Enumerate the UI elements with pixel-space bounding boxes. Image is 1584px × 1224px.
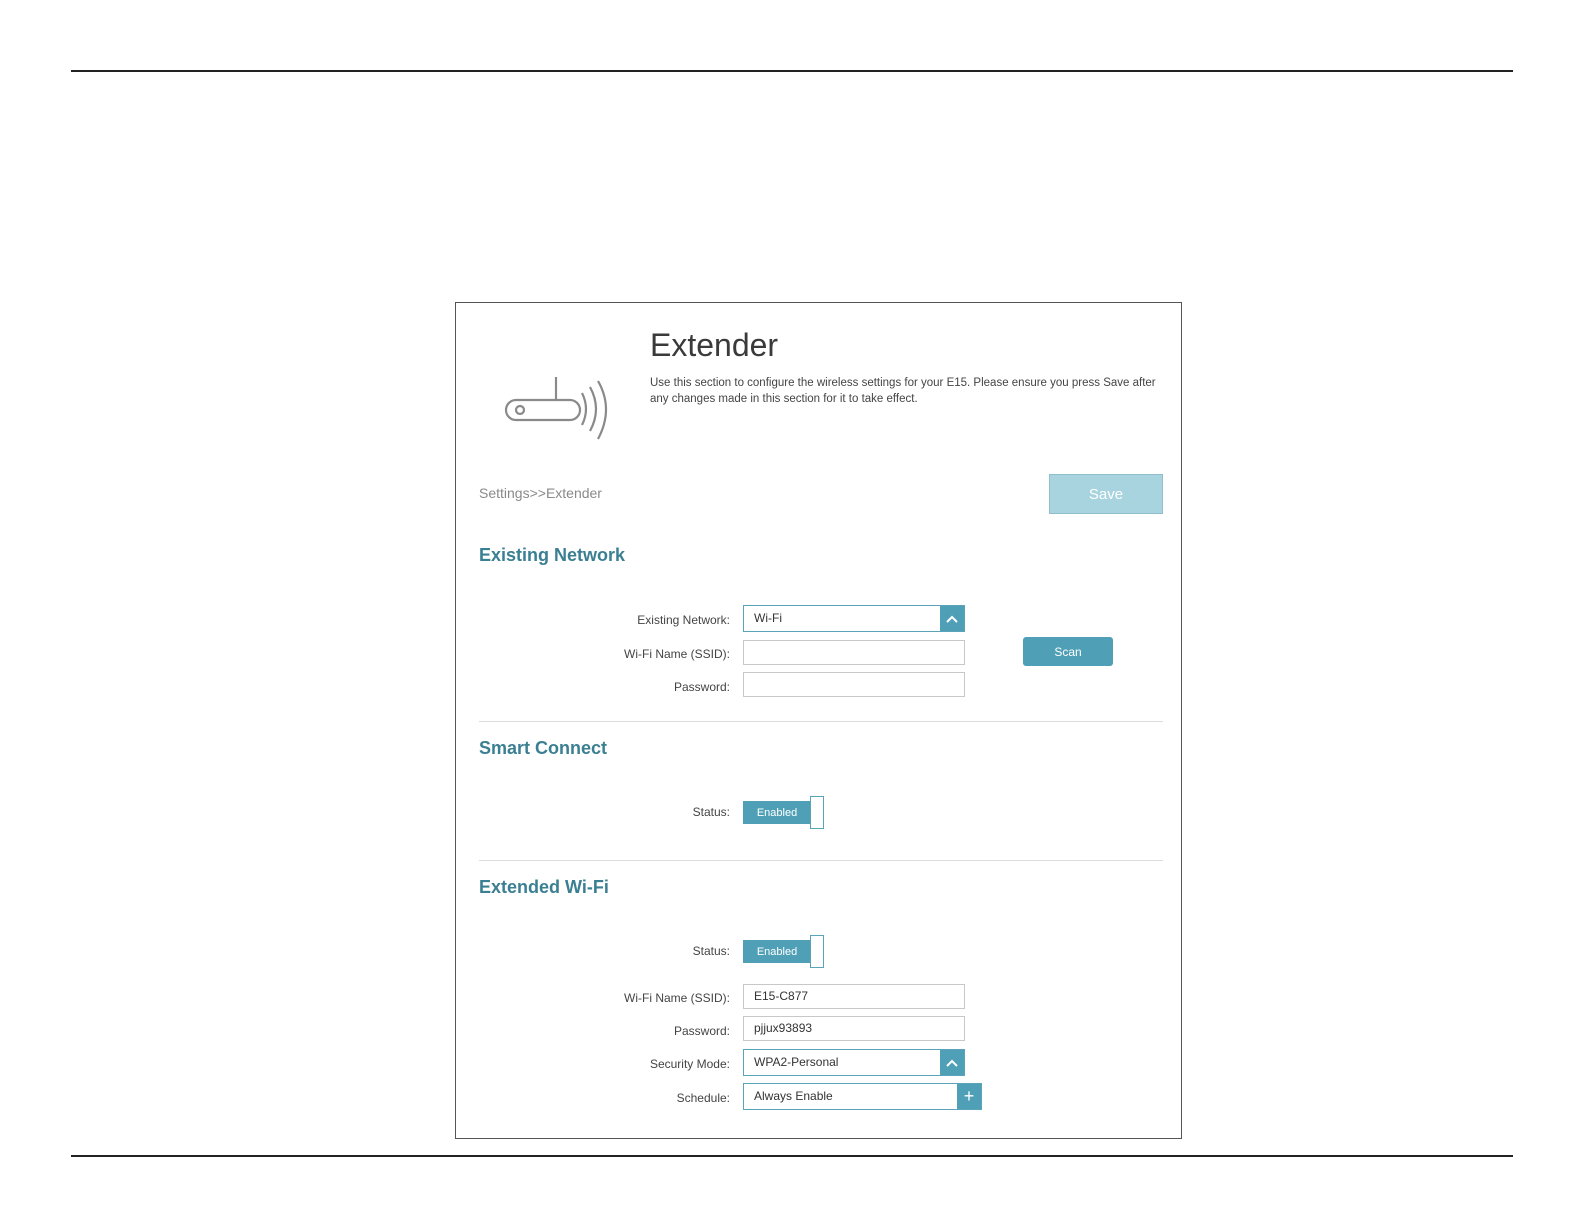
smart-connect-status-label: Status:	[692, 805, 730, 819]
extender-panel: Extender Use this section to configure t…	[455, 302, 1182, 1139]
extended-status-label: Status:	[692, 944, 730, 958]
existing-network-heading: Existing Network	[479, 545, 626, 565]
chevron-up-icon[interactable]	[940, 1050, 964, 1075]
existing-network-select[interactable]: Wi-Fi	[743, 605, 965, 632]
extended-wifi-heading: Extended Wi-Fi	[479, 877, 609, 897]
scan-button[interactable]: Scan	[1023, 637, 1113, 666]
existing-network-value: Wi-Fi	[754, 611, 782, 625]
toggle-knob	[810, 796, 824, 829]
security-mode-value: WPA2-Personal	[754, 1055, 839, 1069]
smart-connect-heading: Smart Connect	[479, 738, 608, 758]
extended-ssid-label: Wi-Fi Name (SSID):	[624, 991, 730, 1005]
extended-password-label: Password:	[673, 1024, 730, 1038]
extended-password-input[interactable]: pjjux93893	[743, 1016, 965, 1041]
page-title: Extender	[650, 327, 779, 363]
bottom-rule	[71, 1155, 1513, 1157]
page-description: Use this section to configure the wirele…	[650, 377, 1156, 405]
section-divider	[479, 860, 1163, 861]
security-mode-label: Security Mode:	[649, 1057, 730, 1071]
plus-icon[interactable]: +	[957, 1084, 981, 1109]
ssid-label: Wi-Fi Name (SSID):	[624, 647, 730, 661]
password-label: Password:	[673, 680, 730, 694]
save-button[interactable]: Save	[1049, 474, 1163, 514]
smart-connect-toggle[interactable]: Enabled	[743, 796, 824, 829]
toggle-knob	[810, 935, 824, 968]
schedule-value: Always Enable	[754, 1089, 833, 1103]
extender-device-icon	[504, 377, 608, 440]
security-mode-select[interactable]: WPA2-Personal	[743, 1049, 965, 1076]
extended-ssid-input[interactable]: E15-C877	[743, 984, 965, 1009]
schedule-select[interactable]: Always Enable +	[743, 1083, 982, 1110]
existing-ssid-input[interactable]	[743, 640, 965, 665]
chevron-up-icon[interactable]	[940, 606, 964, 631]
section-divider	[479, 721, 1163, 722]
existing-password-input[interactable]	[743, 672, 965, 697]
extended-wifi-toggle[interactable]: Enabled	[743, 935, 824, 968]
breadcrumb: Settings>>Extender	[479, 485, 602, 501]
extended-status-value: Enabled	[743, 940, 811, 963]
smart-connect-status-value: Enabled	[743, 801, 811, 824]
top-rule	[71, 70, 1513, 72]
schedule-label: Schedule:	[676, 1091, 730, 1105]
existing-network-label: Existing Network:	[637, 613, 730, 627]
